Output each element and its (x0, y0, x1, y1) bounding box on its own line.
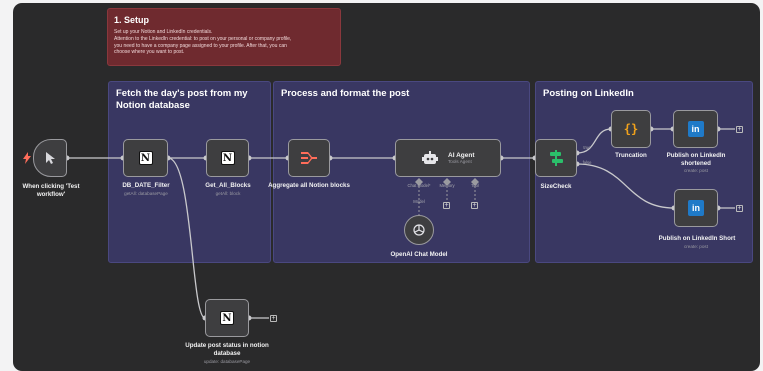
openai-chat-model-node[interactable] (404, 215, 434, 245)
openai-icon (413, 224, 425, 236)
update-status-label: Update post status in notion database (185, 342, 269, 357)
ai-agent-label: AI Agent (448, 152, 475, 159)
get-all-blocks-node[interactable]: N (206, 139, 249, 177)
notion-icon: N (220, 311, 234, 325)
sizecheck-node[interactable] (535, 139, 577, 177)
linkedin-icon: in (688, 200, 704, 216)
workflow-canvas[interactable]: 1. Setup Set up your Notion and LinkedIn… (13, 3, 760, 371)
add-node-button[interactable]: + (736, 205, 743, 212)
add-memory-button[interactable]: + (443, 202, 450, 209)
cursor-icon (46, 152, 55, 164)
db-date-filter-sub: getAll: databasePage (124, 191, 168, 196)
publish-linkedin-node[interactable]: in (674, 189, 718, 227)
update-status-sub: update: databasePage (203, 359, 251, 364)
truncation-node[interactable]: {} (611, 110, 651, 148)
code-icon: {} (623, 122, 639, 136)
switch-icon (550, 150, 563, 166)
trigger-node[interactable] (33, 139, 67, 177)
update-status-node[interactable]: N (205, 299, 249, 337)
publish-sub: create: post (683, 244, 708, 249)
add-node-button[interactable]: + (270, 315, 277, 322)
notion-icon: N (220, 151, 235, 165)
lightning-icon (23, 152, 31, 164)
ai-agent-sub: Tools Agent (448, 159, 472, 164)
publish-label: Publish on LinkedIn Short (658, 235, 736, 242)
notion-icon: N (138, 151, 153, 165)
truncation-label: Truncation (615, 152, 647, 159)
sizecheck-false-output: false (582, 160, 592, 165)
db-date-filter-node[interactable]: N (123, 139, 168, 177)
sizecheck-label: SizeCheck (540, 183, 572, 190)
linkedin-icon: in (687, 121, 704, 137)
sizecheck-true-output: true (583, 145, 591, 150)
port-tool: Tool (471, 183, 479, 188)
add-node-button[interactable]: + (736, 126, 743, 133)
robot-icon (422, 151, 438, 164)
openai-label: OpenAI Chat Model (390, 251, 448, 258)
port-model: Model (413, 199, 425, 204)
publish-shortened-label: Publish on LinkedIn shortened (666, 152, 726, 167)
ai-agent-node[interactable]: AI Agent Tools Agent (395, 139, 501, 177)
aggregate-node[interactable] (288, 139, 330, 177)
get-all-blocks-label: Get_All_Blocks (205, 182, 251, 189)
add-tool-button[interactable]: + (471, 202, 478, 209)
db-date-filter-label: DB_DATE_Filter (122, 182, 170, 189)
get-all-blocks-sub: getAll: block (215, 191, 241, 196)
aggregate-icon (301, 152, 317, 164)
publish-linkedin-shortened-node[interactable]: in (673, 110, 718, 148)
aggregate-label: Aggregate all Notion blocks (268, 182, 350, 189)
trigger-label: When clicking 'Test workflow' (22, 183, 80, 198)
publish-shortened-sub: create: post (683, 168, 708, 173)
